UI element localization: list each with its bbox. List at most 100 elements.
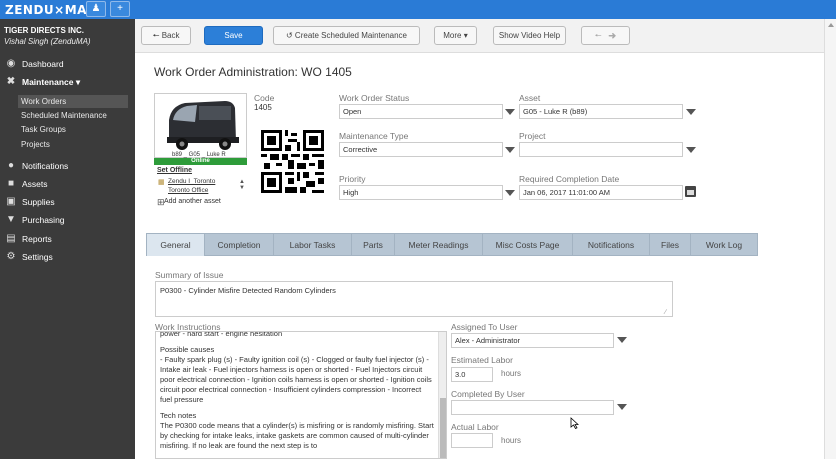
resize-handle-icon[interactable]: ∕ bbox=[665, 309, 666, 316]
set-offline-link[interactable]: Set Offline bbox=[157, 167, 192, 174]
sidebar-subitem-projects[interactable]: Projects bbox=[21, 140, 50, 149]
work-instructions-scrollbar[interactable] bbox=[438, 332, 446, 458]
truck-icon: ■ bbox=[7, 178, 15, 189]
actual-labor-label: Actual Labor bbox=[451, 422, 499, 432]
tab-notifications[interactable]: Notifications bbox=[573, 234, 650, 256]
sidebar-item-label: Purchasing bbox=[22, 215, 65, 225]
show-video-help-button[interactable]: Show Video Help bbox=[493, 26, 566, 45]
chevron-down-icon[interactable] bbox=[617, 337, 627, 343]
sidebar-subitem-scheduled-maintenance[interactable]: Scheduled Maintenance bbox=[21, 111, 107, 120]
gear-icon: ⚙ bbox=[6, 251, 16, 262]
prev-next-pager[interactable]: 🠔 ➜ bbox=[581, 26, 630, 45]
assigned-to-user-label: Assigned To User bbox=[451, 322, 518, 332]
chevron-down-icon[interactable] bbox=[617, 404, 627, 410]
top-bar: ZENDU×MA ♟ + bbox=[0, 0, 836, 19]
asset-select[interactable]: G05 - Luke R (b89) bbox=[519, 104, 683, 119]
sidebar-item-purchasing[interactable]: ▼ Purchasing bbox=[0, 214, 135, 226]
chevron-down-icon[interactable] bbox=[505, 109, 515, 115]
chevron-down-icon[interactable] bbox=[505, 147, 515, 153]
arrow-right-icon: ➜ bbox=[608, 31, 617, 40]
vehicle-image bbox=[154, 93, 247, 158]
work-instructions-line: power - hard start - engine hesitation bbox=[160, 331, 283, 338]
location-link-toronto-office[interactable]: Toronto Office bbox=[168, 187, 208, 194]
estimated-labor-input[interactable]: 3.0 bbox=[451, 367, 493, 382]
chevron-down-icon[interactable] bbox=[686, 109, 696, 115]
actual-labor-input[interactable] bbox=[451, 433, 493, 448]
priority-select[interactable]: High bbox=[339, 185, 503, 200]
chat-bubble-icon: ● bbox=[7, 160, 15, 171]
completed-by-user-select[interactable] bbox=[451, 400, 614, 415]
create-scheduled-maintenance-button[interactable]: ↺ Create Scheduled Maintenance bbox=[273, 26, 420, 45]
sidebar: TIGER DIRECTS INC. Vishal Singh (ZenduMA… bbox=[0, 19, 135, 459]
page-title: Work Order Administration: WO 1405 bbox=[154, 65, 352, 79]
sidebar-item-label: Notifications bbox=[22, 161, 69, 171]
tab-parts[interactable]: Parts bbox=[352, 234, 395, 256]
sidebar-subitem-work-orders[interactable]: Work Orders bbox=[18, 95, 128, 108]
estimated-labor-label: Estimated Labor bbox=[451, 355, 513, 365]
user-name: Vishal Singh (ZenduMA) bbox=[4, 37, 91, 46]
priority-label: Priority bbox=[339, 174, 366, 184]
sidebar-item-settings[interactable]: ⚙ Settings bbox=[0, 251, 135, 263]
tab-bar: General Completion Labor Tasks Parts Met… bbox=[146, 233, 758, 256]
work-instructions-textarea[interactable]: power - hard start - engine hesitation P… bbox=[155, 331, 447, 459]
sidebar-item-dashboard[interactable]: ◉ Dashboard bbox=[0, 58, 135, 70]
scrollbar-thumb[interactable] bbox=[440, 398, 446, 458]
history-icon: ↺ bbox=[285, 31, 293, 40]
more-button[interactable]: More ▾ bbox=[434, 26, 477, 45]
maintenance-type-select[interactable]: Corrective bbox=[339, 142, 503, 157]
tech-notes-text: The P0300 code means that a cylinder(s) … bbox=[160, 421, 434, 450]
sidebar-item-assets[interactable]: ■ Assets bbox=[0, 178, 135, 190]
tab-misc-costs-page[interactable]: Misc Costs Page bbox=[483, 234, 573, 256]
tab-work-log[interactable]: Work Log bbox=[691, 234, 757, 256]
status-badge: Online bbox=[154, 158, 247, 165]
company-name: TIGER DIRECTS INC. bbox=[4, 26, 85, 35]
chevron-down-icon[interactable] bbox=[505, 190, 515, 196]
box-icon: ▣ bbox=[6, 196, 16, 207]
sidebar-subitem-task-groups[interactable]: Task Groups bbox=[21, 125, 66, 134]
required-completion-date-input[interactable]: Jan 06, 2017 11:01:00 AM bbox=[519, 185, 683, 200]
assigned-to-user-select[interactable]: Alex - Administrator bbox=[451, 333, 614, 348]
code-value: 1405 bbox=[254, 103, 272, 112]
asset-label: Asset bbox=[519, 93, 541, 103]
arrow-left-icon: 🠔 bbox=[594, 31, 602, 40]
tab-labor-tasks[interactable]: Labor Tasks bbox=[274, 234, 352, 256]
scroll-up-icon[interactable] bbox=[828, 23, 834, 27]
back-button[interactable]: 🠔 Back bbox=[141, 26, 191, 45]
sort-arrows-icon[interactable]: ▲ ▼ bbox=[239, 179, 245, 191]
van-icon bbox=[167, 101, 239, 150]
sidebar-item-notifications[interactable]: ● Notifications bbox=[0, 160, 135, 172]
page-scrollbar[interactable] bbox=[824, 19, 836, 459]
work-order-status-select[interactable]: Open bbox=[339, 104, 503, 119]
code-label: Code bbox=[254, 93, 275, 103]
tab-meter-readings[interactable]: Meter Readings bbox=[395, 234, 483, 256]
tab-completion[interactable]: Completion bbox=[205, 234, 274, 256]
user-icon: ♟ bbox=[91, 3, 101, 14]
save-button[interactable]: Save bbox=[204, 26, 263, 45]
sidebar-item-label: Dashboard bbox=[22, 59, 64, 69]
location-link-zendu[interactable]: Zendu I_Toronto bbox=[168, 178, 215, 185]
sidebar-item-supplies[interactable]: ▣ Supplies bbox=[0, 196, 135, 208]
project-select[interactable] bbox=[519, 142, 683, 157]
user-button[interactable]: ♟ bbox=[86, 1, 106, 17]
calendar-icon[interactable] bbox=[685, 186, 696, 197]
add-button[interactable]: + bbox=[110, 1, 130, 17]
summary-of-issue-textarea[interactable]: P0300 - Cylinder Misfire Detected Random… bbox=[155, 281, 673, 317]
sidebar-item-reports[interactable]: ▤ Reports bbox=[0, 233, 135, 245]
sidebar-item-label: Settings bbox=[22, 252, 53, 262]
chart-icon: ▤ bbox=[6, 233, 16, 244]
building-icon: ▦ bbox=[158, 179, 165, 186]
app-logo: ZENDU×MA bbox=[5, 3, 87, 17]
possible-causes-heading: Possible causes bbox=[160, 345, 215, 354]
tab-files[interactable]: Files bbox=[650, 234, 691, 256]
qr-code-icon bbox=[261, 130, 324, 193]
sidebar-item-label: Assets bbox=[22, 179, 48, 189]
project-label: Project bbox=[519, 131, 546, 141]
required-completion-date-label: Required Completion Date bbox=[519, 174, 620, 184]
dashboard-icon: ◉ bbox=[6, 58, 16, 69]
sidebar-item-maintenance[interactable]: ✖ Maintenance ▾ bbox=[0, 76, 135, 88]
maintenance-type-label: Maintenance Type bbox=[339, 131, 409, 141]
tab-general[interactable]: General bbox=[147, 234, 205, 256]
add-another-asset-link[interactable]: Add another asset bbox=[164, 198, 221, 205]
summary-of-issue-label: Summary of Issue bbox=[155, 270, 224, 280]
chevron-down-icon[interactable] bbox=[686, 147, 696, 153]
